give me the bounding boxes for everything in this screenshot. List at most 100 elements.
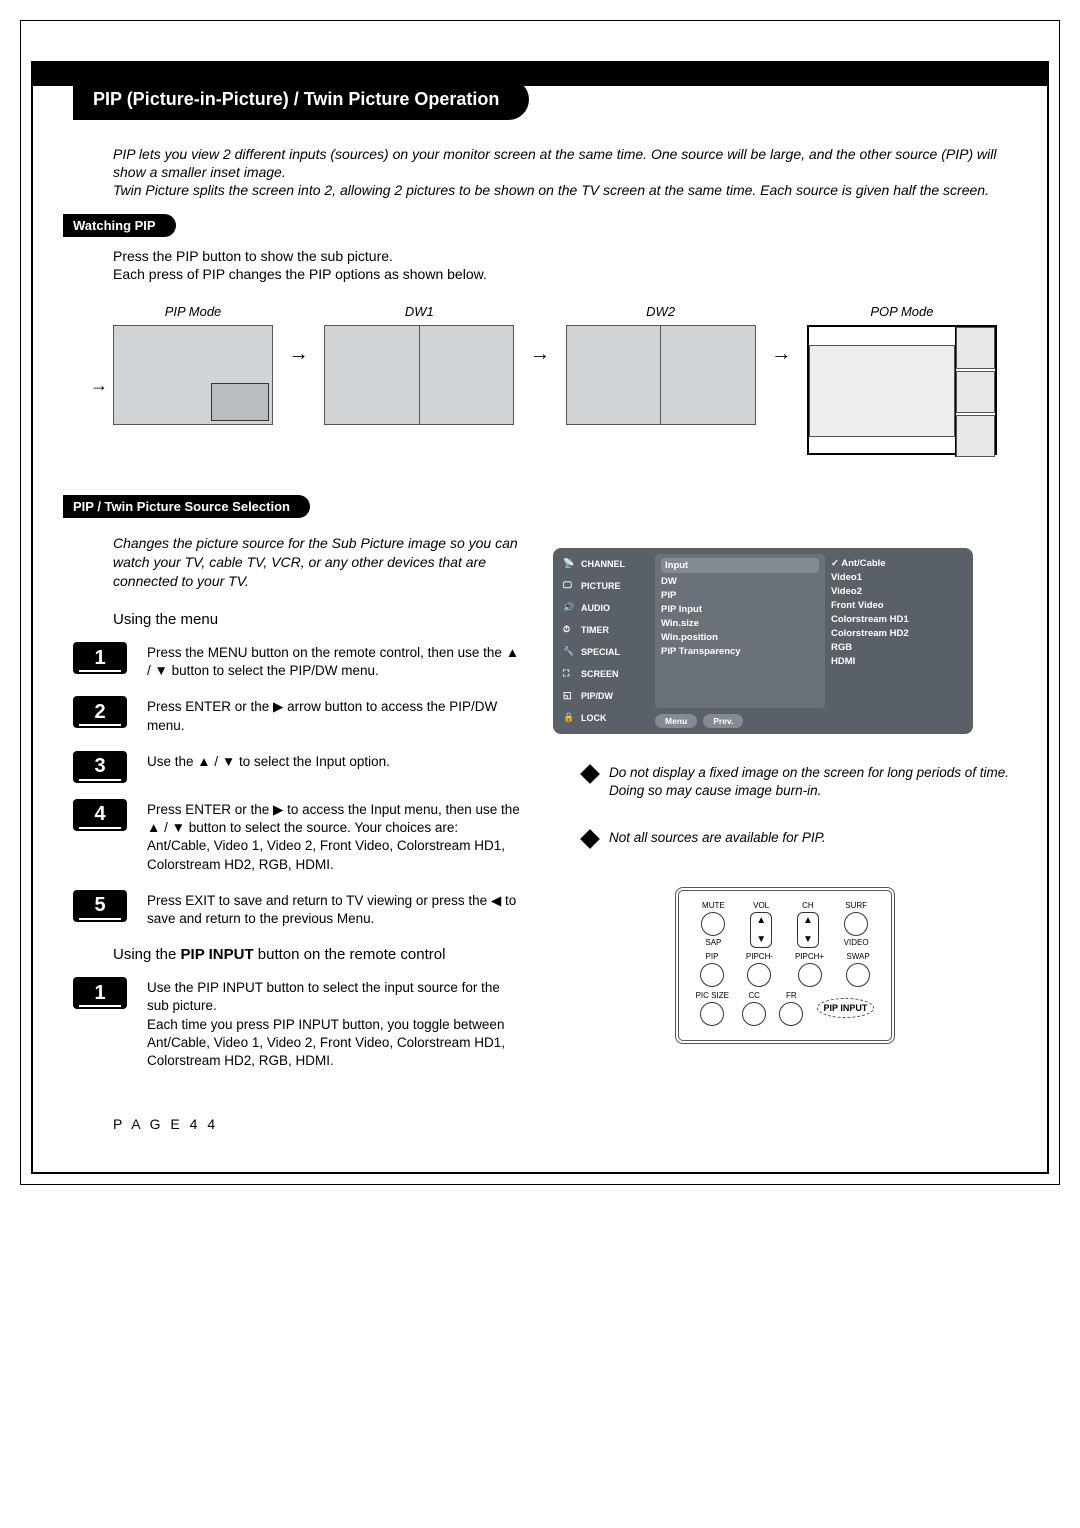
- mode-dw2: DW2: [566, 304, 756, 425]
- mode-pop-box: [807, 325, 997, 455]
- osd-label: PICTURE: [581, 581, 621, 591]
- remote-row: PIP PIPCH- PIPCH+ SWAP: [689, 952, 881, 987]
- circle-button-icon: [700, 963, 724, 987]
- page-title: PIP (Picture-in-Picture) / Twin Picture …: [73, 79, 529, 120]
- two-column-region: Changes the picture source for the Sub P…: [73, 518, 1017, 1086]
- osd-btn-menu: Menu: [655, 714, 697, 728]
- osd-src-video1: Video1: [831, 572, 965, 583]
- mode-dw2-box: [566, 325, 756, 425]
- osd-menu: 📡 CHANNEL 🖵 PICTURE 🔊AUDIO ⏱ TIMER 🔧SPECIAL…: [553, 548, 973, 734]
- crop-icon: ⛶: [563, 668, 577, 680]
- step-row: 2 Press ENTER or the ▶ arrow button to a…: [73, 696, 523, 734]
- circle-button-icon: [701, 912, 725, 936]
- rocker-button-icon: ▲▼: [750, 912, 772, 948]
- step-row: 3 Use the ▲ / ▼ to select the Input opti…: [73, 751, 523, 783]
- osd-tab-special: 🔧SPECIAL: [559, 642, 651, 662]
- osd-label: SCREEN: [581, 669, 619, 679]
- osd-tab-timer: ⏱ TIMER: [559, 620, 651, 640]
- pip-modes-diagram: PIP Mode → → DW1 → DW2 → POP Mode: [113, 304, 997, 455]
- step-text: Press EXIT to save and return to TV view…: [147, 890, 523, 928]
- remote-row: MUTESAP VOL▲▼ CH▲▼ SURFVIDEO: [689, 901, 881, 948]
- mode-pip-label: PIP Mode: [165, 304, 222, 319]
- remote-label: CH: [802, 901, 814, 910]
- osd-label: CHANNEL: [581, 559, 625, 569]
- osd-label: LOCK: [581, 713, 607, 723]
- step-number-badge: 3: [73, 751, 127, 783]
- right-column: 📡 CHANNEL 🖵 PICTURE 🔊AUDIO ⏱ TIMER 🔧SPECIAL…: [553, 518, 1017, 1086]
- osd-src-hd2: Colorstream HD2: [831, 628, 965, 639]
- remote-btn-vol: VOL ▲▼: [750, 901, 772, 948]
- osd-opt-winsize: Win.size: [661, 618, 819, 629]
- page-frame: PIP (Picture-in-Picture) / Twin Picture …: [31, 61, 1049, 1174]
- remote-label: SAP: [705, 938, 721, 947]
- pop-sidebar: [955, 327, 995, 457]
- page-number: P A G E 4 4: [113, 1116, 1017, 1132]
- note-text: Do not display a fixed image on the scre…: [609, 764, 1017, 799]
- circle-button-icon: [846, 963, 870, 987]
- osd-opt-pip: PIP: [661, 590, 819, 601]
- pop-main: [809, 345, 955, 437]
- note-sources: Not all sources are available for PIP.: [583, 829, 1017, 847]
- section-watching-pip: Watching PIP: [63, 214, 176, 237]
- note-burnin: Do not display a fixed image on the scre…: [583, 764, 1017, 799]
- mode-pip: PIP Mode →: [113, 304, 273, 425]
- osd-src-hdmi: HDMI: [831, 656, 965, 667]
- step-number-badge: 5: [73, 890, 127, 922]
- dw1-right: [420, 326, 514, 424]
- osd-src-video2: Video2: [831, 586, 965, 597]
- osd-label: TIMER: [581, 625, 609, 635]
- page-content: PIP (Picture-in-Picture) / Twin Picture …: [33, 63, 1047, 1152]
- step-number-badge: 2: [73, 696, 127, 728]
- osd-footer: Menu Prev.: [655, 714, 967, 728]
- source-sel-desc: Changes the picture source for the Sub P…: [113, 534, 523, 591]
- step-row: 1 Use the PIP INPUT button to select the…: [73, 977, 523, 1070]
- osd-label: SPECIAL: [581, 647, 620, 657]
- using-pip-input-suffix: button on the remote control: [254, 946, 446, 963]
- dw2-right: [661, 326, 755, 424]
- circle-button-icon: [779, 1002, 803, 1026]
- osd-right-sources: Ant/Cable Video1 Video2 Front Video Colo…: [829, 554, 967, 708]
- monitor-icon: 🖵: [563, 580, 577, 592]
- osd-tab-audio: 🔊AUDIO: [559, 598, 651, 618]
- osd-opt-dw: DW: [661, 576, 819, 587]
- remote-btn-pipch-plus: PIPCH+: [795, 952, 824, 987]
- circle-button-icon: [844, 912, 868, 936]
- osd-opt-input: Input: [661, 558, 819, 573]
- mode-dw1-box: [324, 325, 514, 425]
- remote-label: PIPCH-: [746, 952, 773, 961]
- mode-dw1: DW1: [324, 304, 514, 425]
- mode-dw1-label: DW1: [405, 304, 434, 319]
- remote-btn-swap: SWAP: [846, 952, 870, 987]
- pip-icon: ◱: [563, 690, 577, 702]
- osd-tab-picture: 🖵 PICTURE: [559, 576, 651, 596]
- remote-btn-ch: CH▲▼: [797, 901, 819, 948]
- watching-pip-desc: Press the PIP button to show the sub pic…: [113, 247, 1017, 285]
- remote-label: SURF: [845, 901, 867, 910]
- osd-label: PIP/DW: [581, 691, 613, 701]
- remote-btn-pipch-minus: PIPCH-: [746, 952, 773, 987]
- pip-input-bold: PIP INPUT: [181, 946, 254, 963]
- pop-thumb: [956, 371, 995, 413]
- using-pip-input-prefix: Using the: [113, 946, 181, 963]
- osd-tab-lock: 🔒LOCK: [559, 708, 651, 728]
- clock-icon: ⏱: [563, 624, 577, 636]
- osd-src-antcable: Ant/Cable: [831, 558, 965, 569]
- step-row: 1 Press the MENU button on the remote co…: [73, 642, 523, 680]
- step-text: Use the ▲ / ▼ to select the Input option…: [147, 751, 390, 771]
- remote-label: PIC SIZE: [696, 991, 729, 1000]
- remote-label: FR: [786, 991, 797, 1000]
- remote-diagram: MUTESAP VOL▲▼ CH▲▼ SURFVIDEO PIP PIPCH- …: [675, 887, 895, 1044]
- section-source-selection: PIP / Twin Picture Source Selection: [63, 495, 310, 518]
- osd-tab-screen: ⛶ SCREEN: [559, 664, 651, 684]
- remote-label: PIP: [706, 952, 719, 961]
- step-row: 5 Press EXIT to save and return to TV vi…: [73, 890, 523, 928]
- remote-label: CC: [748, 991, 760, 1000]
- osd-opt-winpos: Win.position: [661, 632, 819, 643]
- dw1-left: [325, 326, 420, 424]
- remote-label: VOL: [753, 901, 769, 910]
- mode-pop: POP Mode: [807, 304, 997, 455]
- osd-opt-pipinput: PIP Input: [661, 604, 819, 615]
- antenna-icon: 📡: [563, 558, 577, 570]
- using-menu-heading: Using the menu: [113, 611, 523, 628]
- pip-input-callout: PIP INPUT: [817, 998, 875, 1018]
